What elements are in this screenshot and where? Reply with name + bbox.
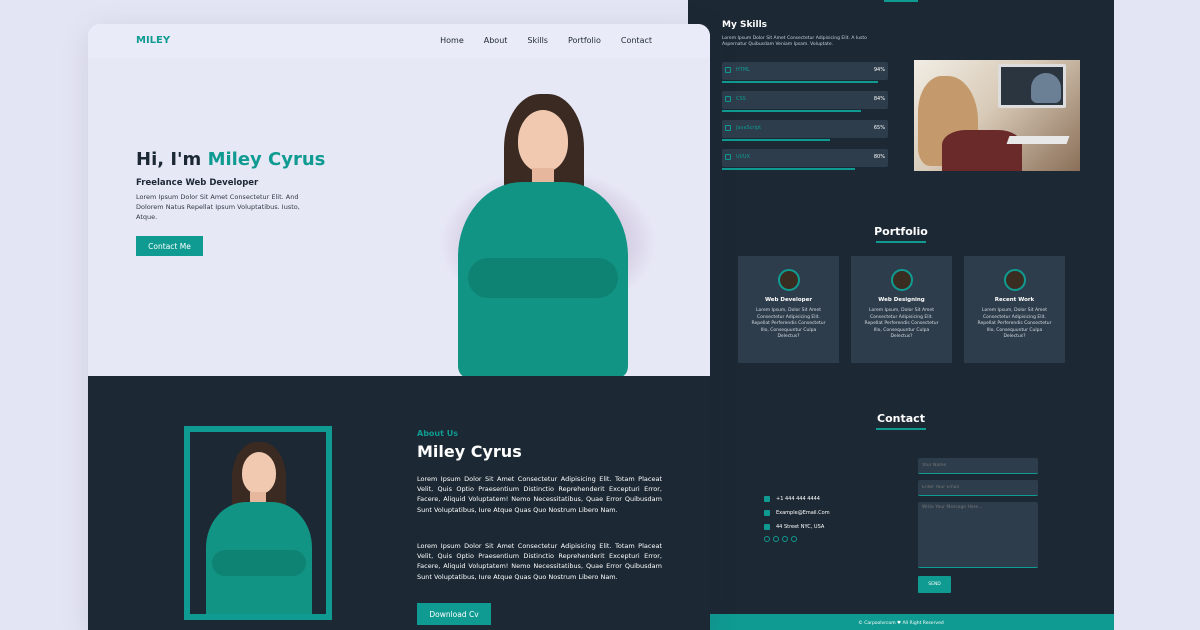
nav-link-about[interactable]: About (484, 36, 508, 45)
skill-css: CSS 84% (722, 91, 888, 112)
uiux-icon (725, 154, 731, 160)
facebook-icon[interactable] (764, 536, 770, 542)
skill-name: HTML (736, 67, 750, 73)
skill-progress-bar (722, 168, 855, 170)
skill-percent: 84% (873, 96, 885, 102)
contact-info: +1 444 444 4444 Example@Email.Com 44 Str… (764, 492, 830, 542)
work-icon (1003, 269, 1026, 291)
skills-description: Lorem Ipsum Dolor Sit Amet Consectetur A… (722, 36, 867, 47)
skill-percent: 80% (873, 154, 885, 160)
about-paragraph-2: Lorem Ipsum Dolor Sit Amet Consectetur A… (417, 542, 662, 581)
contact-heading: Contact (864, 412, 938, 430)
about-photo-frame (184, 426, 332, 620)
about-paragraph-1: Lorem Ipsum Dolor Sit Amet Consectetur A… (417, 475, 662, 514)
hero-title-prefix: Hi, I'm (136, 149, 208, 170)
hero-description: Lorem Ipsum Dolor Sit Amet Consectetur E… (136, 193, 300, 221)
portfolio-card-web-designing[interactable]: Web Designing Lorem Ipsum, Dolor Sit Ame… (851, 256, 952, 363)
footer: © Carpoolvrcom ♥ All Right Reserved (688, 614, 1114, 630)
skill-progress-bar (722, 81, 879, 83)
hero-title-name: Miley Cyrus (207, 149, 326, 170)
skill-javascript: JavaScript 65% (722, 120, 888, 141)
about-section: About Us Miley Cyrus Lorem Ipsum Dolor S… (88, 376, 710, 630)
contact-email-text: Example@Email.Com (776, 510, 830, 516)
hero-title: Hi, I'm Miley Cyrus (136, 149, 325, 170)
portfolio-card-text: Lorem Ipsum, Dolor Sit Amet Consectetur … (864, 308, 939, 339)
contact-email: Example@Email.Com (764, 506, 830, 520)
page-preview-left: MILEY Home About Skills Portfolio Contac… (88, 24, 710, 630)
accent-bar (884, 0, 918, 2)
portfolio-card-title: Web Developer (764, 297, 813, 303)
instagram-icon[interactable] (782, 536, 788, 542)
nav-link-contact[interactable]: Contact (621, 36, 652, 45)
javascript-icon (725, 125, 731, 131)
skill-name: UI/UX (736, 154, 750, 160)
nav-links: Home About Skills Portfolio Contact (440, 36, 652, 45)
social-links (764, 536, 830, 542)
contact-phone-text: +1 444 444 4444 (776, 496, 820, 502)
html-icon (725, 67, 731, 73)
email-input[interactable] (918, 480, 1038, 496)
skill-uiux: UI/UX 80% (722, 149, 888, 170)
portfolio-card-title: Web Designing (878, 297, 925, 303)
contact-address: 44 Street NYC, USA (764, 520, 830, 534)
portfolio-card-text: Lorem Ipsum, Dolor Sit Amet Consectetur … (977, 308, 1052, 339)
github-icon[interactable] (791, 536, 797, 542)
page-preview-right: My Skills Lorem Ipsum Dolor Sit Amet Con… (688, 0, 1114, 630)
about-portrait (190, 432, 326, 614)
portfolio-card-text: Lorem Ipsum, Dolor Sit Amet Consectetur … (751, 308, 826, 339)
navbar: MILEY Home About Skills Portfolio Contac… (88, 24, 710, 58)
phone-icon (764, 496, 770, 502)
hero-subtitle: Freelance Web Developer (136, 178, 259, 188)
contact-phone: +1 444 444 4444 (764, 492, 830, 506)
contact-me-button[interactable]: Contact Me (136, 236, 203, 256)
laptop-icon (777, 269, 800, 291)
location-icon (764, 524, 770, 530)
portfolio-card-recent-work[interactable]: Recent Work Lorem Ipsum, Dolor Sit Amet … (964, 256, 1065, 363)
send-button[interactable]: SEND (918, 576, 951, 593)
message-textarea[interactable] (918, 502, 1038, 568)
nav-link-portfolio[interactable]: Portfolio (568, 36, 601, 45)
css-icon (725, 96, 731, 102)
twitter-icon[interactable] (773, 536, 779, 542)
contact-address-text: 44 Street NYC, USA (776, 524, 825, 530)
skill-name: CSS (736, 96, 746, 102)
name-input[interactable] (918, 458, 1038, 474)
nav-link-skills[interactable]: Skills (527, 36, 548, 45)
portfolio-card-title: Recent Work (994, 297, 1035, 303)
portfolio-card-web-developer[interactable]: Web Developer Lorem Ipsum, Dolor Sit Ame… (738, 256, 839, 363)
site-logo[interactable]: MILEY (136, 35, 170, 46)
skill-html: HTML 94% (722, 62, 888, 83)
about-title: Miley Cyrus (417, 442, 522, 461)
skill-progress-bar (722, 139, 830, 141)
skill-percent: 94% (873, 67, 885, 73)
workspace-photo (914, 60, 1080, 171)
portfolio-heading: Portfolio (864, 225, 938, 243)
skills-title: My Skills (722, 20, 768, 30)
envelope-icon (764, 510, 770, 516)
hero-section: Hi, I'm Miley Cyrus Freelance Web Develo… (88, 58, 710, 378)
download-cv-button[interactable]: Download Cv (417, 603, 491, 625)
hero-portrait (428, 88, 668, 378)
design-icon (890, 269, 913, 291)
skill-percent: 65% (873, 125, 885, 131)
about-tag: About Us (417, 429, 458, 438)
nav-link-home[interactable]: Home (440, 36, 464, 45)
skill-name: JavaScript (736, 125, 762, 131)
skill-progress-bar (722, 110, 862, 112)
